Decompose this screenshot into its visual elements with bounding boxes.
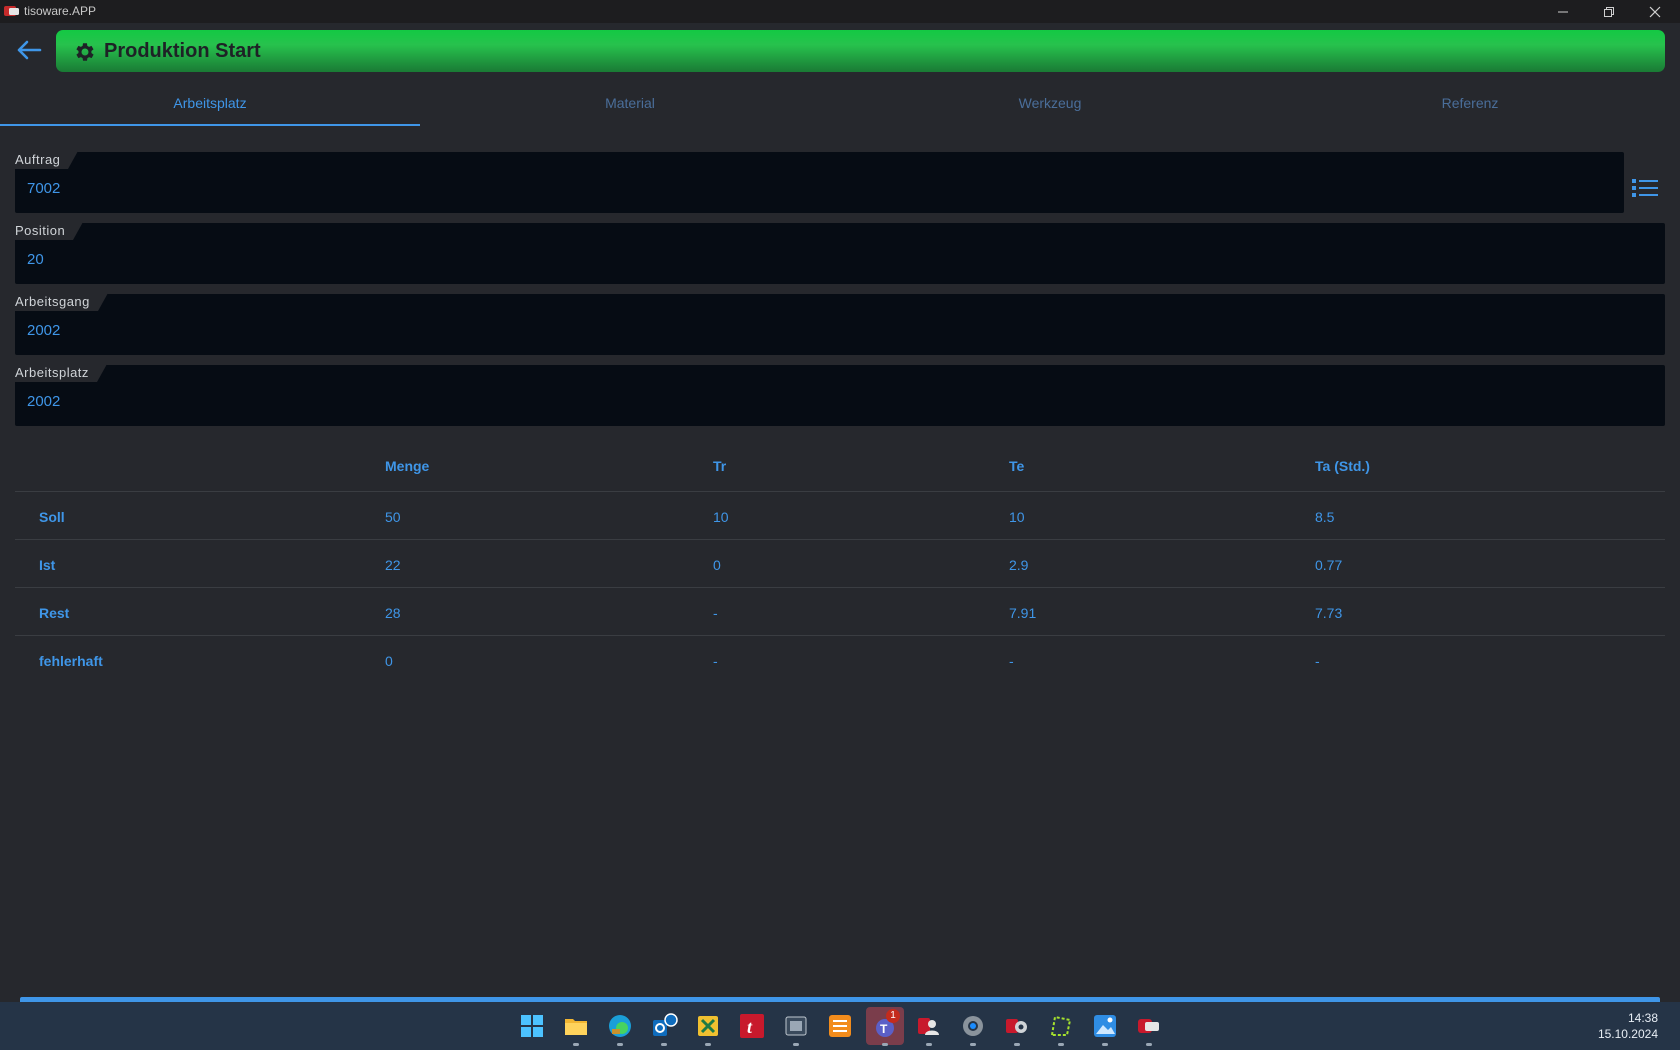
tisoware-app-icon[interactable] [1135,1012,1163,1040]
column-header-tr: Tr [713,458,727,474]
arbeitsplatz-field[interactable]: Arbeitsplatz 2002 [15,364,1665,426]
page-header: Produktion Start [56,30,1665,72]
row-label: Soll [39,509,65,525]
tab-werkzeug[interactable]: Werkzeug [840,82,1260,126]
close-button[interactable] [1632,0,1678,23]
cell-tr: 0 [713,557,721,573]
running-indicator [882,1043,888,1046]
arbeitsgang-field[interactable]: Arbeitsgang 2002 [15,293,1665,355]
app-icon[interactable] [782,1012,810,1040]
contact-icon[interactable] [915,1012,943,1040]
active-tab-indicator [0,124,420,126]
row-label: fehlerhaft [39,653,103,669]
table-row-rest: Rest 28 - 7.91 7.73 [15,588,1665,636]
arbeitsplatz-value: 2002 [27,393,61,410]
notification-badge: 1 [886,1009,900,1023]
settings-icon[interactable] [959,1012,987,1040]
tool-icon[interactable] [1047,1012,1075,1040]
gear-app-icon[interactable] [1003,1012,1031,1040]
table-row-soll: Soll 50 10 10 8.5 [15,492,1665,540]
close-icon [1649,6,1661,17]
cell-te: 7.91 [1009,605,1037,621]
photos-icon[interactable] [1091,1012,1119,1040]
minimize-icon [1558,11,1568,12]
running-indicator [705,1043,711,1046]
restore-icon [1604,6,1614,17]
row-label: Rest [39,605,70,621]
auftrag-value: 7002 [27,180,61,197]
arbeitsplatz-label: Arbeitsplatz [15,364,107,382]
row-label: Ist [39,557,56,573]
cell-ta: 0.77 [1315,557,1343,573]
tisoware-t-icon[interactable]: t [738,1012,766,1040]
arbeitsgang-value: 2002 [27,322,61,339]
running-indicator [1058,1043,1064,1046]
running-indicator [926,1043,932,1046]
sheets-icon[interactable] [826,1012,854,1040]
clock-date: 15.10.2024 [1597,1027,1658,1041]
table-header: Menge Tr Te Ta (Std.) [15,444,1665,492]
edge-icon[interactable] [606,1012,634,1040]
page-title: Produktion Start [104,40,261,62]
window-title: tisoware.APP [24,4,97,18]
running-indicator [970,1043,976,1046]
minimize-button[interactable] [1540,0,1586,23]
restore-button[interactable] [1586,0,1632,23]
cell-tr: - [713,653,718,669]
running-indicator [793,1043,799,1046]
system-clock[interactable]: 14:38 15.10.2024 [1598,1010,1658,1042]
arbeitsgang-label: Arbeitsgang [15,293,108,311]
cell-menge: 22 [385,557,401,573]
position-label: Position [15,222,84,240]
running-indicator [1146,1043,1152,1046]
running-indicator [661,1043,667,1046]
cell-tr: 10 [713,509,729,525]
table-row-ist: Ist 22 0 2.9 0.77 [15,540,1665,588]
window-titlebar: tisoware.APP [0,0,1680,23]
windows-taskbar: t T 1 14:38 15.10.2024 [0,1002,1680,1050]
cell-tr: - [713,605,718,621]
back-arrow-icon[interactable] [14,38,44,62]
excel-icon[interactable] [694,1012,722,1040]
gear-icon [76,43,94,61]
auftrag-field[interactable]: Auftrag 7002 [15,151,1624,213]
cell-te: 10 [1009,509,1025,525]
cell-ta: 8.5 [1315,509,1335,525]
cell-te: - [1009,653,1014,669]
column-header-te: Te [1009,458,1025,474]
list-icon[interactable] [1630,176,1660,200]
cell-menge: 50 [385,509,401,525]
tab-arbeitsplatz[interactable]: Arbeitsplatz [0,82,420,126]
running-indicator [1102,1043,1108,1046]
cell-te: 2.9 [1009,557,1029,573]
auftrag-label: Auftrag [15,151,79,169]
position-value: 20 [27,251,44,268]
position-field[interactable]: Position 20 [15,222,1665,284]
svg-text:T: T [880,1022,888,1036]
tab-referenz[interactable]: Referenz [1260,82,1680,126]
tisoware-app-icon [4,6,19,16]
running-indicator [617,1043,623,1046]
column-header-ta: Ta (Std.) [1315,458,1370,474]
tab-material[interactable]: Material [420,82,840,126]
running-indicator [1014,1043,1020,1046]
quantity-table: Menge Tr Te Ta (Std.) Soll 50 10 10 8.5 … [15,444,1665,684]
column-header-menge: Menge [385,458,430,474]
start-icon[interactable] [518,1012,546,1040]
tab-bar: Arbeitsplatz Material Werkzeug Referenz [0,82,1680,126]
cell-ta: - [1315,653,1320,669]
file-explorer-icon[interactable] [562,1012,590,1040]
table-row-fehlerhaft: fehlerhaft 0 - - - [15,636,1665,684]
cell-menge: 28 [385,605,401,621]
cell-ta: 7.73 [1315,605,1343,621]
cell-menge: 0 [385,653,393,669]
outlook-icon[interactable] [650,1012,678,1040]
clock-time: 14:38 [1627,1011,1658,1025]
running-indicator [573,1043,579,1046]
